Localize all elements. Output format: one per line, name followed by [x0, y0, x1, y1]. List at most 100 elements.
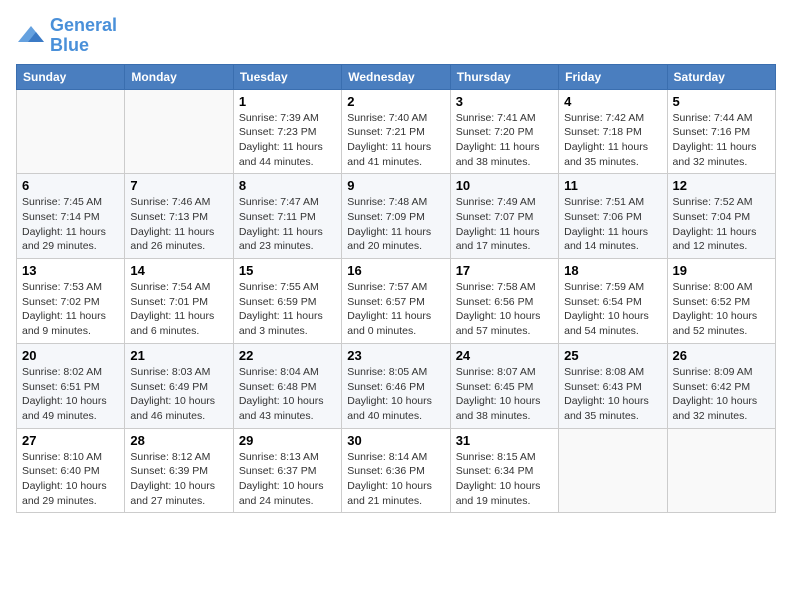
day-number: 19: [673, 263, 770, 278]
calendar-cell: 17 Sunrise: 7:58 AMSunset: 6:56 PMDayligh…: [450, 259, 558, 344]
calendar-cell: 4 Sunrise: 7:42 AMSunset: 7:18 PMDaylight…: [559, 89, 667, 174]
calendar-cell: 19 Sunrise: 8:00 AMSunset: 6:52 PMDayligh…: [667, 259, 775, 344]
day-info: Sunrise: 8:00 AMSunset: 6:52 PMDaylight:…: [673, 280, 770, 339]
day-number: 9: [347, 178, 444, 193]
day-info: Sunrise: 7:58 AMSunset: 6:56 PMDaylight:…: [456, 280, 553, 339]
day-number: 12: [673, 178, 770, 193]
calendar-cell: 22 Sunrise: 8:04 AMSunset: 6:48 PMDayligh…: [233, 343, 341, 428]
calendar-cell: 29 Sunrise: 8:13 AMSunset: 6:37 PMDayligh…: [233, 428, 341, 513]
day-number: 17: [456, 263, 553, 278]
day-number: 15: [239, 263, 336, 278]
calendar-cell: 7 Sunrise: 7:46 AMSunset: 7:13 PMDaylight…: [125, 174, 233, 259]
calendar-cell: 27 Sunrise: 8:10 AMSunset: 6:40 PMDayligh…: [17, 428, 125, 513]
day-number: 30: [347, 433, 444, 448]
calendar-cell: 28Sunrise: 8:12 AMSunset: 6:39 PMDayligh…: [125, 428, 233, 513]
day-info: Sunrise: 8:08 AMSunset: 6:43 PMDaylight:…: [564, 365, 661, 424]
calendar-cell: 16 Sunrise: 7:57 AMSunset: 6:57 PMDayligh…: [342, 259, 450, 344]
day-info: Sunrise: 7:51 AMSunset: 7:06 PMDaylight:…: [564, 195, 661, 254]
day-info: Sunrise: 7:47 AMSunset: 7:11 PMDaylight:…: [239, 195, 336, 254]
day-number: 8: [239, 178, 336, 193]
week-row-3: 13 Sunrise: 7:53 AMSunset: 7:02 PMDayligh…: [17, 259, 776, 344]
day-info: Sunrise: 7:44 AMSunset: 7:16 PMDaylight:…: [673, 111, 770, 170]
day-number: 24: [456, 348, 553, 363]
day-info: Sunrise: 7:57 AMSunset: 6:57 PMDaylight:…: [347, 280, 444, 339]
calendar-cell: 15 Sunrise: 7:55 AMSunset: 6:59 PMDayligh…: [233, 259, 341, 344]
logo-icon: [16, 24, 46, 48]
day-number: 25: [564, 348, 661, 363]
day-info: Sunrise: 8:14 AMSunset: 6:36 PMDaylight:…: [347, 450, 444, 509]
day-number: 27: [22, 433, 119, 448]
day-header-friday: Friday: [559, 64, 667, 89]
calendar-cell: 24Sunrise: 8:07 AMSunset: 6:45 PMDayligh…: [450, 343, 558, 428]
day-info: Sunrise: 7:52 AMSunset: 7:04 PMDaylight:…: [673, 195, 770, 254]
day-info: Sunrise: 7:55 AMSunset: 6:59 PMDaylight:…: [239, 280, 336, 339]
calendar-cell: 21 Sunrise: 8:03 AMSunset: 6:49 PMDayligh…: [125, 343, 233, 428]
calendar-cell: 8 Sunrise: 7:47 AMSunset: 7:11 PMDaylight…: [233, 174, 341, 259]
logo: General Blue: [16, 16, 117, 56]
day-info: Sunrise: 7:41 AMSunset: 7:20 PMDaylight:…: [456, 111, 553, 170]
day-number: 1: [239, 94, 336, 109]
calendar-header-row: SundayMondayTuesdayWednesdayThursdayFrid…: [17, 64, 776, 89]
day-header-wednesday: Wednesday: [342, 64, 450, 89]
calendar-cell: 6 Sunrise: 7:45 AMSunset: 7:14 PMDaylight…: [17, 174, 125, 259]
day-info: Sunrise: 7:54 AMSunset: 7:01 PMDaylight:…: [130, 280, 227, 339]
day-info: Sunrise: 7:42 AMSunset: 7:18 PMDaylight:…: [564, 111, 661, 170]
day-info: Sunrise: 7:48 AMSunset: 7:09 PMDaylight:…: [347, 195, 444, 254]
calendar-cell: 11 Sunrise: 7:51 AMSunset: 7:06 PMDayligh…: [559, 174, 667, 259]
day-info: Sunrise: 8:04 AMSunset: 6:48 PMDaylight:…: [239, 365, 336, 424]
day-number: 6: [22, 178, 119, 193]
calendar-cell: 1 Sunrise: 7:39 AMSunset: 7:23 PMDaylight…: [233, 89, 341, 174]
calendar-cell: 30 Sunrise: 8:14 AMSunset: 6:36 PMDayligh…: [342, 428, 450, 513]
day-number: 20: [22, 348, 119, 363]
day-info: Sunrise: 8:03 AMSunset: 6:49 PMDaylight:…: [130, 365, 227, 424]
day-number: 2: [347, 94, 444, 109]
day-info: Sunrise: 8:09 AMSunset: 6:42 PMDaylight:…: [673, 365, 770, 424]
calendar-cell: 12 Sunrise: 7:52 AMSunset: 7:04 PMDayligh…: [667, 174, 775, 259]
calendar-cell: 14 Sunrise: 7:54 AMSunset: 7:01 PMDayligh…: [125, 259, 233, 344]
day-info: Sunrise: 7:39 AMSunset: 7:23 PMDaylight:…: [239, 111, 336, 170]
day-number: 11: [564, 178, 661, 193]
calendar-cell: 26 Sunrise: 8:09 AMSunset: 6:42 PMDayligh…: [667, 343, 775, 428]
day-info: Sunrise: 8:13 AMSunset: 6:37 PMDaylight:…: [239, 450, 336, 509]
day-number: 22: [239, 348, 336, 363]
day-info: Sunrise: 8:15 AMSunset: 6:34 PMDaylight:…: [456, 450, 553, 509]
day-number: 13: [22, 263, 119, 278]
day-header-monday: Monday: [125, 64, 233, 89]
day-header-sunday: Sunday: [17, 64, 125, 89]
calendar-cell: 13 Sunrise: 7:53 AMSunset: 7:02 PMDayligh…: [17, 259, 125, 344]
day-info: Sunrise: 7:45 AMSunset: 7:14 PMDaylight:…: [22, 195, 119, 254]
day-info: Sunrise: 7:40 AMSunset: 7:21 PMDaylight:…: [347, 111, 444, 170]
day-number: 4: [564, 94, 661, 109]
day-number: 28: [130, 433, 227, 448]
calendar-cell: 31Sunrise: 8:15 AMSunset: 6:34 PMDayligh…: [450, 428, 558, 513]
calendar-cell: 5 Sunrise: 7:44 AMSunset: 7:16 PMDaylight…: [667, 89, 775, 174]
day-info: Sunrise: 7:46 AMSunset: 7:13 PMDaylight:…: [130, 195, 227, 254]
calendar-cell: 10 Sunrise: 7:49 AMSunset: 7:07 PMDayligh…: [450, 174, 558, 259]
calendar-table: SundayMondayTuesdayWednesdayThursdayFrid…: [16, 64, 776, 514]
day-number: 26: [673, 348, 770, 363]
calendar-cell: 23Sunrise: 8:05 AMSunset: 6:46 PMDayligh…: [342, 343, 450, 428]
day-info: Sunrise: 7:59 AMSunset: 6:54 PMDaylight:…: [564, 280, 661, 339]
logo-text: General Blue: [50, 16, 117, 56]
day-number: 21: [130, 348, 227, 363]
calendar-cell: 25 Sunrise: 8:08 AMSunset: 6:43 PMDayligh…: [559, 343, 667, 428]
calendar-cell: [559, 428, 667, 513]
day-number: 5: [673, 94, 770, 109]
day-number: 10: [456, 178, 553, 193]
calendar-cell: [17, 89, 125, 174]
day-info: Sunrise: 7:53 AMSunset: 7:02 PMDaylight:…: [22, 280, 119, 339]
day-info: Sunrise: 7:49 AMSunset: 7:07 PMDaylight:…: [456, 195, 553, 254]
calendar-cell: 9 Sunrise: 7:48 AMSunset: 7:09 PMDaylight…: [342, 174, 450, 259]
day-number: 14: [130, 263, 227, 278]
calendar-cell: [125, 89, 233, 174]
week-row-4: 20Sunrise: 8:02 AMSunset: 6:51 PMDayligh…: [17, 343, 776, 428]
day-number: 18: [564, 263, 661, 278]
day-info: Sunrise: 8:10 AMSunset: 6:40 PMDaylight:…: [22, 450, 119, 509]
week-row-2: 6 Sunrise: 7:45 AMSunset: 7:14 PMDaylight…: [17, 174, 776, 259]
day-number: 7: [130, 178, 227, 193]
calendar-cell: [667, 428, 775, 513]
day-number: 29: [239, 433, 336, 448]
day-number: 16: [347, 263, 444, 278]
calendar-cell: 20Sunrise: 8:02 AMSunset: 6:51 PMDayligh…: [17, 343, 125, 428]
day-number: 23: [347, 348, 444, 363]
